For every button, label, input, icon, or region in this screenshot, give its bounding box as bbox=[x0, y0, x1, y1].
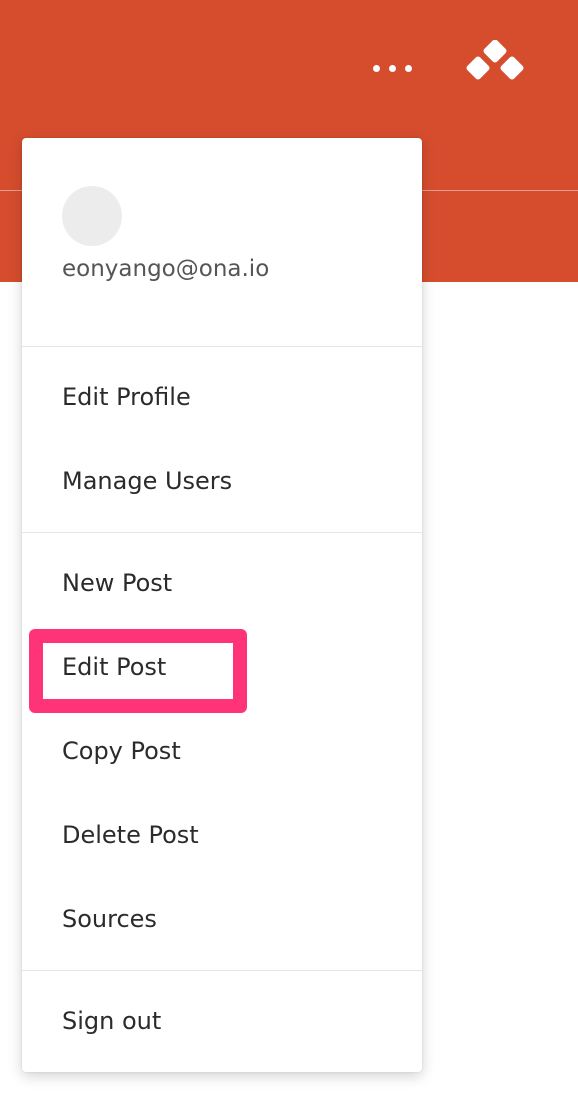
sign-out-item[interactable]: Sign out bbox=[62, 1007, 161, 1035]
menu-divider bbox=[22, 970, 422, 971]
user-email: eonyango@ona.io bbox=[62, 256, 270, 282]
delete-post-item[interactable]: Delete Post bbox=[62, 821, 199, 849]
copy-post-item[interactable]: Copy Post bbox=[62, 737, 181, 765]
sources-item[interactable]: Sources bbox=[62, 905, 157, 933]
menu-divider bbox=[22, 532, 422, 533]
avatar bbox=[62, 186, 122, 246]
logo-icon[interactable] bbox=[462, 40, 532, 92]
edit-post-label[interactable]: Edit Post bbox=[62, 653, 166, 681]
menu-divider bbox=[22, 346, 422, 347]
manage-users-item[interactable]: Manage Users bbox=[62, 467, 232, 495]
new-post-item[interactable]: New Post bbox=[62, 569, 172, 597]
user-dropdown-menu: eonyango@ona.io Edit Profile Manage User… bbox=[22, 138, 422, 1072]
edit-profile-item[interactable]: Edit Profile bbox=[62, 383, 191, 411]
more-options-icon[interactable] bbox=[362, 60, 422, 76]
